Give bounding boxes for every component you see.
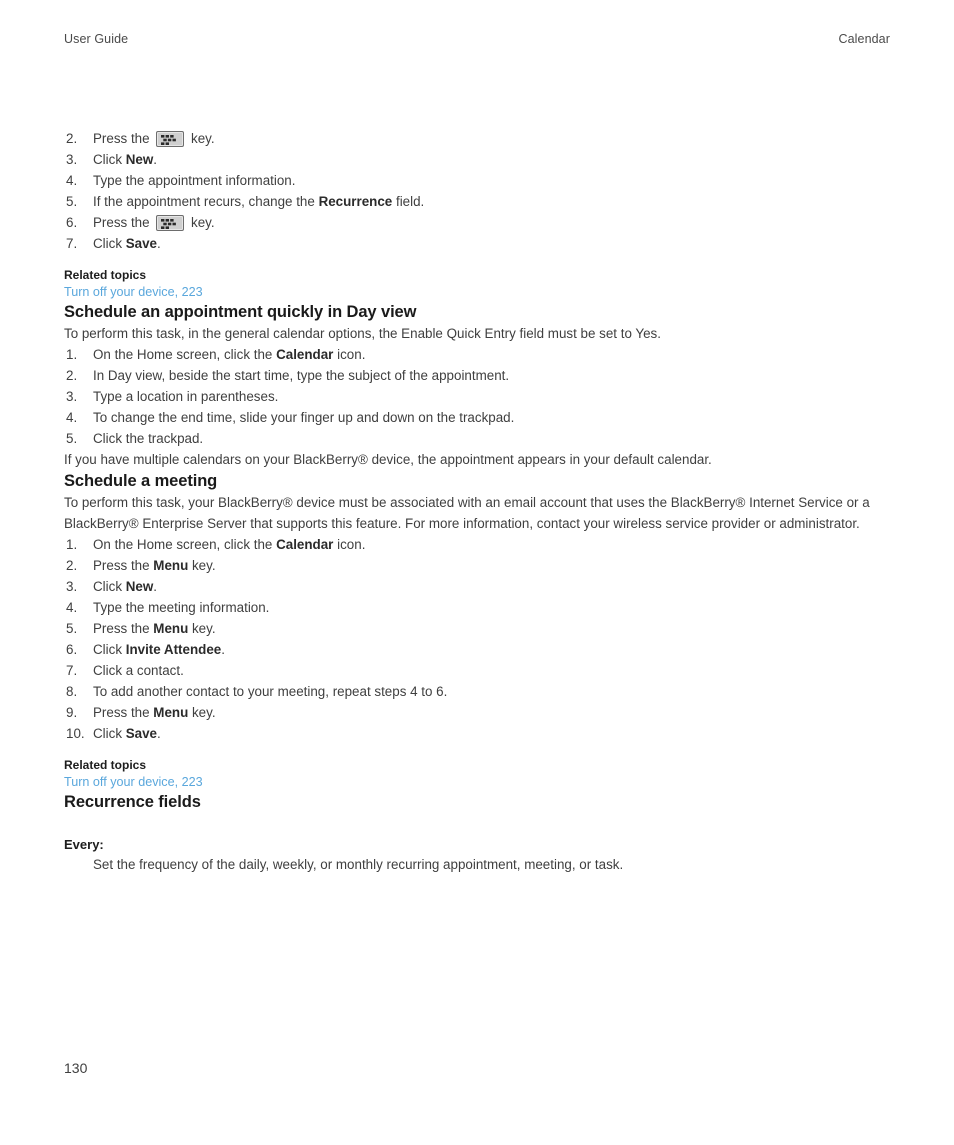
related-topics-label-meeting: Related topics (64, 758, 147, 772)
definition-term-every: Every: (64, 837, 104, 852)
emphasis-text: Save (125, 236, 158, 251)
list-item-text: Click Invite Attendee. (93, 642, 225, 657)
list-item-text: Press the Menu key. (93, 558, 216, 573)
list-item-number: 2. (66, 368, 78, 383)
list-item-text: Type the meeting information. (93, 600, 270, 615)
list-item-text: If the appointment recurs, change the Re… (93, 194, 425, 209)
list-item: 6. Click Invite Attendee. (64, 639, 894, 660)
emphasis-text: Recurrence (318, 194, 393, 209)
list-item-text: On the Home screen, click the Calendar i… (93, 537, 366, 552)
list-item: 4. To change the end time, slide your fin… (64, 407, 894, 428)
list-item-number: 3. (66, 579, 78, 594)
blackberry-menu-key-icon (156, 215, 185, 231)
list-item-number: 3. (66, 152, 78, 167)
emphasis-text: Menu (153, 705, 189, 720)
list-item-number: 8. (66, 684, 78, 699)
emphasis-text: New (125, 579, 154, 594)
list-item-number: 5. (66, 621, 78, 636)
list-item: 2. Press the key. (64, 128, 894, 149)
list-item: 3. Type a location in parentheses. (64, 386, 894, 407)
list-item-text: To add another contact to your meeting, … (93, 684, 448, 699)
list-item-text: Type the appointment information. (93, 173, 296, 188)
list-item: 2. In Day view, beside the start time, ty… (64, 365, 894, 386)
list-item-text: Click Save. (93, 236, 161, 251)
list-item-number: 5. (66, 431, 78, 446)
list-item-number: 7. (66, 663, 78, 678)
day-view-steps-list: 1. On the Home screen, click the Calendar… (64, 344, 894, 449)
list-item: 1. On the Home screen, click the Calendar… (64, 534, 894, 555)
section-heading-schedule-meeting: Schedule a meeting (64, 472, 218, 490)
list-item-text: In Day view, beside the start time, type… (93, 368, 510, 383)
definition-description-every: Set the frequency of the daily, weekly, … (93, 857, 624, 872)
section-heading-day-view: Schedule an appointment quickly in Day v… (64, 303, 417, 321)
list-item-text: Press the key. (93, 131, 215, 147)
related-topics-link-meeting[interactable]: Turn off your device, 223 (64, 774, 203, 791)
meeting-intro-paragraph: To perform this task, your BlackBerry® d… (64, 495, 870, 531)
list-item: 2. Press the Menu key. (64, 555, 894, 576)
list-item-text: Click New. (93, 579, 158, 594)
list-item-text: Press the Menu key. (93, 621, 216, 636)
list-item-text: To change the end time, slide your finge… (93, 410, 515, 425)
related-topics-label: Related topics (64, 268, 147, 282)
list-item-number: 3. (66, 389, 78, 404)
list-item: 6. Press the key. (64, 212, 894, 233)
emphasis-text: Menu (153, 621, 189, 636)
emphasis-text: New (125, 152, 154, 167)
list-item: 5. Click the trackpad. (64, 428, 894, 449)
list-item: 8. To add another contact to your meeting… (64, 681, 894, 702)
header-right-label: Calendar (838, 32, 890, 46)
list-item: 3. Click New. (64, 149, 894, 170)
list-item-number: 5. (66, 194, 78, 209)
list-item: 5. If the appointment recurs, change the … (64, 191, 894, 212)
list-item: 4. Type the appointment information. (64, 170, 894, 191)
list-item-number: 6. (66, 215, 78, 230)
list-item-number: 1. (66, 347, 78, 362)
meeting-steps-list: 1. On the Home screen, click the Calendar… (64, 534, 894, 744)
emphasis-text: Invite Attendee (125, 642, 222, 657)
list-item-text: Click a contact. (93, 663, 184, 678)
list-item: 4. Type the meeting information. (64, 597, 894, 618)
list-item-number: 7. (66, 236, 78, 251)
list-item: 7. Click a contact. (64, 660, 894, 681)
day-view-outro-paragraph: If you have multiple calendars on your B… (64, 452, 712, 467)
page-number: 130 (64, 1060, 88, 1076)
page-content: 2. Press the key. 3. Click New. 4. Type the a… (64, 128, 894, 875)
list-item-number: 6. (66, 642, 78, 657)
list-item-text: Click Save. (93, 726, 161, 741)
header-left-label: User Guide (64, 32, 129, 46)
list-item-number: 9. (66, 705, 78, 720)
list-item-number: 10. (66, 726, 85, 741)
emphasis-text: Calendar (276, 537, 334, 552)
list-item-number: 1. (66, 537, 78, 552)
appointment-steps-list: 2. Press the key. 3. Click New. 4. Type the a… (64, 128, 894, 254)
list-item-text: Press the Menu key. (93, 705, 216, 720)
emphasis-text: Calendar (276, 347, 334, 362)
list-item: 7. Click Save. (64, 233, 894, 254)
list-item: 10. Click Save. (64, 723, 894, 744)
list-item-number: 2. (66, 131, 78, 146)
day-view-intro-paragraph: To perform this task, in the general cal… (64, 326, 661, 341)
list-item-text: Type a location in parentheses. (93, 389, 279, 404)
list-item-text: On the Home screen, click the Calendar i… (93, 347, 366, 362)
list-item-text: Press the key. (93, 215, 215, 231)
list-item-number: 4. (66, 600, 78, 615)
section-heading-recurrence-fields: Recurrence fields (64, 793, 201, 811)
list-item-text: Click the trackpad. (93, 431, 204, 446)
list-item: 1. On the Home screen, click the Calendar… (64, 344, 894, 365)
list-item: 5. Press the Menu key. (64, 618, 894, 639)
related-topics-link[interactable]: Turn off your device, 223 (64, 284, 203, 301)
emphasis-text: Save (125, 726, 158, 741)
list-item-text: Click New. (93, 152, 158, 167)
emphasis-text: Menu (153, 558, 189, 573)
list-item: 9. Press the Menu key. (64, 702, 894, 723)
page-running-header: User Guide Calendar (64, 32, 890, 46)
list-item-number: 4. (66, 173, 78, 188)
list-item-number: 2. (66, 558, 78, 573)
list-item-number: 4. (66, 410, 78, 425)
list-item: 3. Click New. (64, 576, 894, 597)
blackberry-menu-key-icon (156, 131, 185, 147)
